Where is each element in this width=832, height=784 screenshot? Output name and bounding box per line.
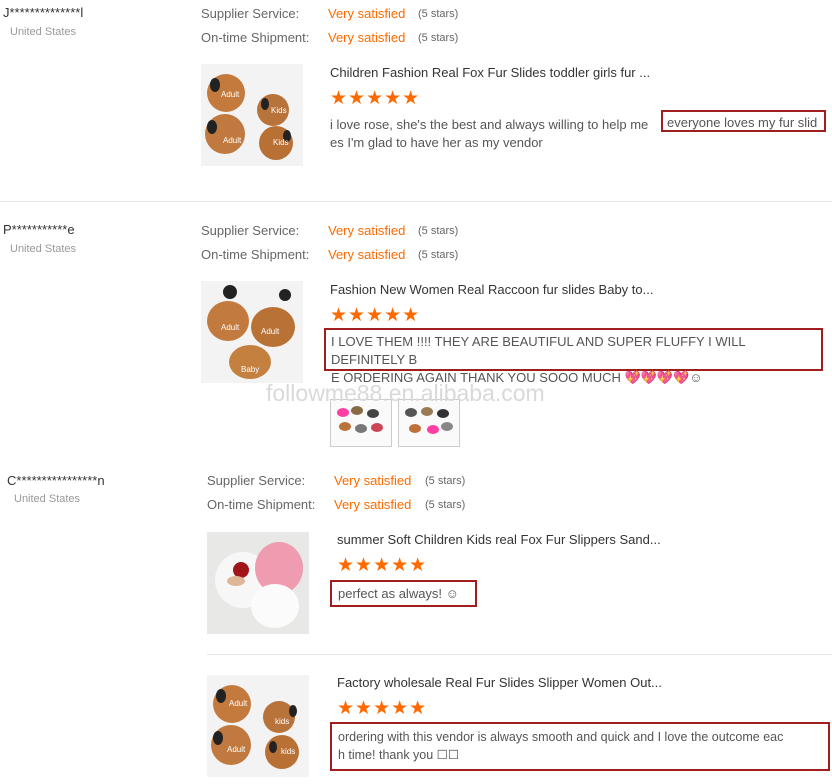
ontime-shipment-label: On-time Shipment:: [201, 247, 310, 262]
review-comment: ordering with this vendor is always smoo…: [330, 722, 830, 771]
product-thumbnail[interactable]: Adult Kids Adult Kids: [201, 64, 303, 166]
product-title-link[interactable]: Children Fashion Real Fox Fur Slides tod…: [330, 65, 650, 80]
buyer-country: United States: [10, 243, 77, 255]
highlight-box: everyone loves my fur slid: [661, 110, 826, 132]
ontime-shipment-value: Very satisfied: [328, 30, 406, 45]
product-thumbnail[interactable]: Adult kids Adult kids: [207, 675, 309, 777]
divider: [207, 654, 832, 655]
star-rating: ★★★★★: [337, 698, 428, 719]
supplier-service-stars: (5 stars): [418, 225, 459, 237]
supplier-service-value: Very satisfied: [328, 6, 406, 21]
buyer-name: J**************l: [3, 5, 84, 20]
watermark: followme88.en.alibaba.com: [266, 380, 545, 406]
supplier-service-value: Very satisfied: [334, 473, 412, 488]
star-rating: ★★★★★: [330, 305, 421, 326]
buyer-name: C****************n: [7, 473, 105, 488]
supplier-service-stars: (5 stars): [418, 8, 459, 20]
product-title-link[interactable]: summer Soft Children Kids real Fox Fur S…: [337, 532, 661, 547]
buyer-country: United States: [10, 26, 77, 38]
product-thumbnail[interactable]: Adult Adult Baby: [201, 281, 303, 383]
ontime-shipment-label: On-time Shipment:: [207, 497, 316, 512]
buyer-name: P***********e: [3, 222, 75, 237]
supplier-service-label: Supplier Service:: [207, 473, 306, 488]
supplier-service-stars: (5 stars): [425, 475, 466, 487]
supplier-service-label: Supplier Service:: [201, 6, 300, 21]
product-title-link[interactable]: Fashion New Women Real Raccoon fur slide…: [330, 282, 653, 297]
star-rating: ★★★★★: [337, 555, 428, 576]
product-thumbnail[interactable]: [207, 532, 309, 634]
ontime-shipment-stars: (5 stars): [425, 499, 466, 511]
review-comment: perfect as always! ☺: [330, 580, 477, 607]
ontime-shipment-stars: (5 stars): [418, 249, 459, 261]
divider: [0, 201, 832, 202]
ontime-shipment-label: On-time Shipment:: [201, 30, 310, 45]
ontime-shipment-stars: (5 stars): [418, 32, 459, 44]
supplier-service-label: Supplier Service:: [201, 223, 300, 238]
review-comment: I LOVE THEM !!!! THEY ARE BEAUTIFUL AND …: [324, 328, 823, 385]
buyer-country: United States: [14, 493, 81, 505]
ontime-shipment-value: Very satisfied: [328, 247, 406, 262]
supplier-service-value: Very satisfied: [328, 223, 406, 238]
ontime-shipment-value: Very satisfied: [334, 497, 412, 512]
product-title-link[interactable]: Factory wholesale Real Fur Slides Slippe…: [337, 675, 662, 690]
star-rating: ★★★★★: [330, 88, 421, 109]
